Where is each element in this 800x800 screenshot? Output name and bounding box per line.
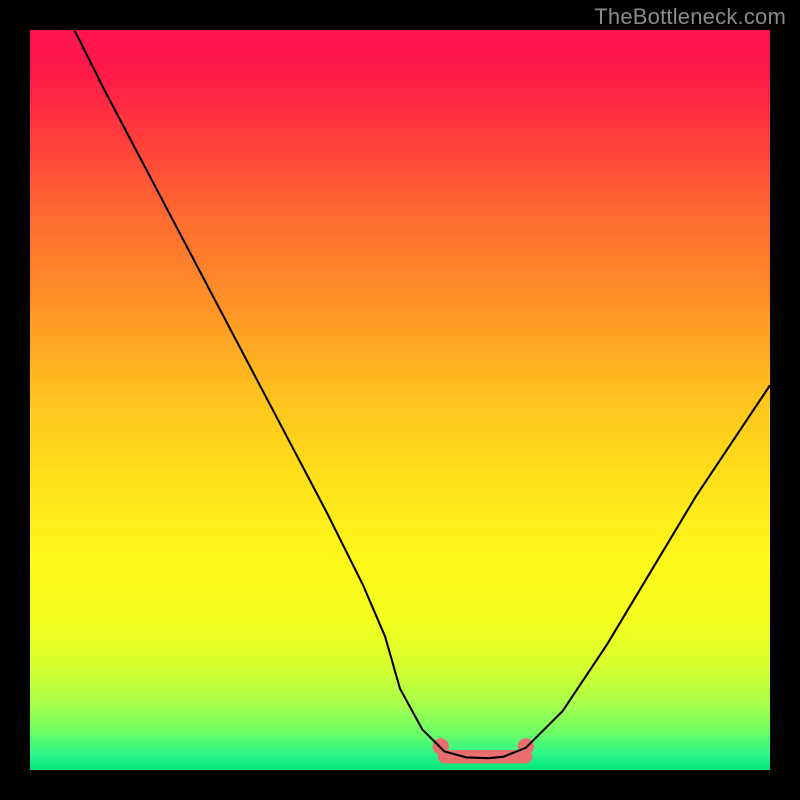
marker-dot-right [518, 738, 534, 754]
bottleneck-curve [74, 30, 770, 758]
chart-stage: TheBottleneck.com [0, 0, 800, 800]
plot-area [30, 30, 770, 770]
curve-layer [30, 30, 770, 770]
watermark-text: TheBottleneck.com [594, 4, 786, 30]
